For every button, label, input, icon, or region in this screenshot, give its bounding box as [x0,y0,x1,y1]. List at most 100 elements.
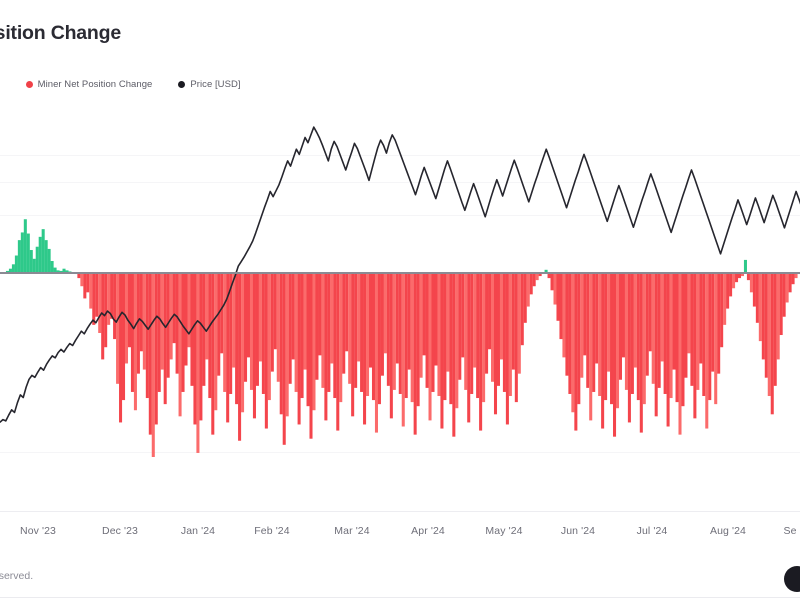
bar [395,272,399,364]
bar [98,272,102,333]
legend-item-price[interactable]: Price [USD] [178,79,241,90]
bar [577,272,581,405]
bar [627,272,631,423]
bar [526,272,530,307]
bar [705,272,709,429]
bar [41,229,45,272]
bar [523,272,527,323]
bar [449,272,453,405]
chart-plot-area[interactable] [0,100,800,512]
bar [318,272,322,356]
bar [425,272,429,388]
bar [434,272,438,366]
footer-divider [0,597,800,598]
bar [601,272,605,429]
bar [520,272,524,346]
bar [755,272,759,323]
bar [119,272,123,423]
bar [488,272,492,350]
legend-item-negative[interactable]: Miner Net Position Change [25,79,153,90]
bar [371,272,376,401]
bar [273,272,277,350]
bar [351,272,355,417]
bar [211,272,215,435]
bar [610,272,614,405]
bar [315,272,319,380]
legend-dot-price-icon [178,81,186,88]
bar [80,272,84,287]
bar [788,272,792,293]
bar [148,272,152,435]
bar [110,272,114,319]
bar [532,272,536,287]
bar [767,272,771,397]
bar [452,272,456,437]
bar [184,272,188,366]
bar [729,272,733,297]
bar [377,272,381,405]
bar [386,272,390,386]
bar [440,272,444,429]
bar [363,272,367,425]
bar [89,272,93,309]
bar [743,259,747,272]
bar [732,272,736,289]
bar [303,272,307,370]
x-axis: Nov '23 Dec '23 Jan '24 Feb '24 Mar '24 Apr '… [0,512,800,542]
bar [461,272,465,358]
bar [220,272,224,354]
bar [178,272,182,417]
bar [708,272,712,401]
bar [258,272,262,362]
bar [122,272,126,401]
footer-copyright: All Rights Reserved. [0,570,34,582]
bar [214,272,218,411]
x-axis-tick-label: Nov '23 [20,525,56,537]
bar [422,272,426,356]
bar [624,272,628,390]
bar [556,272,560,321]
bar [32,258,36,272]
bar [678,272,682,435]
chart-series-canvas [0,126,800,457]
bar [205,272,209,360]
bar-series-group [5,219,800,457]
bar [145,272,149,399]
bar [235,272,239,405]
bar [666,272,670,427]
bar [392,272,396,390]
bar [104,272,108,348]
bar [493,272,498,415]
bar [550,272,554,291]
bar [264,272,268,429]
bar [44,240,48,272]
bar [476,272,480,399]
bar [252,272,256,419]
bar [496,272,500,386]
bar [529,272,533,295]
bar [276,272,280,382]
bar [187,272,191,348]
bar [589,272,593,421]
x-axis-tick-label: Jan '24 [180,525,216,537]
x-axis-tick-label: Aug '24 [710,525,746,537]
bar [580,272,584,378]
bar [139,272,143,352]
bar [464,272,468,390]
bar [154,272,158,425]
bar [95,272,99,317]
bar [14,255,18,272]
bar [779,272,783,336]
bar [354,272,358,388]
chart-page: et Position Change n Change Miner Net Po… [0,0,800,600]
bar [568,272,572,394]
bar [663,272,667,394]
bar [714,272,718,405]
bar [169,272,173,360]
bar [300,272,304,399]
bar [83,272,87,299]
bar [514,272,518,403]
bar [782,272,786,317]
bar [648,272,652,352]
bar [499,272,503,360]
